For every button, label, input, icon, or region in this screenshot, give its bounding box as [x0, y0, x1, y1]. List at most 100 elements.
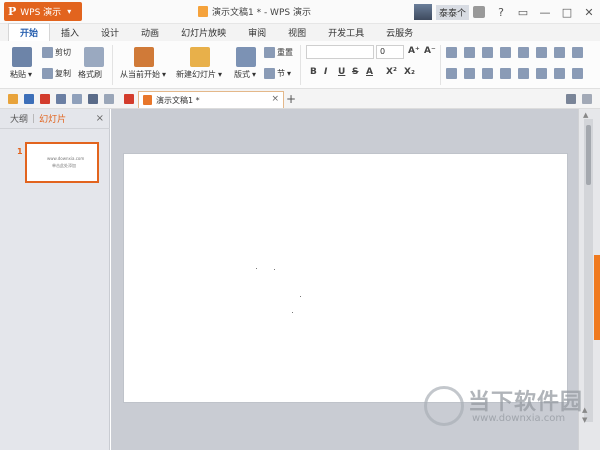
user-area[interactable]: 泰泰个: [414, 2, 486, 22]
panel-header: 大纲 | 幻灯片 ×: [0, 109, 110, 129]
tab-outline[interactable]: 大纲: [10, 112, 28, 125]
close-tab-button[interactable]: ×: [271, 94, 279, 104]
close-button[interactable]: ✕: [582, 6, 596, 19]
tab-view[interactable]: 视图: [277, 24, 317, 41]
more-options-icon[interactable]: [572, 68, 583, 79]
reset-button[interactable]: 重置: [264, 47, 293, 58]
layout-label: 版式: [234, 70, 250, 79]
new-slide-label: 新建幻灯片: [176, 70, 216, 79]
scroll-track[interactable]: [584, 119, 593, 422]
font-size-select[interactable]: 0: [376, 45, 404, 59]
tab-cloud[interactable]: 云服务: [375, 24, 424, 41]
wps-logo-icon: P: [8, 5, 17, 18]
help-button[interactable]: ?: [494, 6, 508, 19]
scissors-icon: [42, 47, 53, 58]
tab-slides[interactable]: 幻灯片: [39, 112, 66, 125]
reset-label: 重置: [277, 48, 293, 57]
pdf-export-icon[interactable]: [40, 94, 50, 104]
maximize-button[interactable]: □: [560, 6, 574, 19]
brush-icon[interactable]: [84, 47, 104, 67]
print-icon[interactable]: [56, 94, 66, 104]
paste-icon[interactable]: [12, 47, 32, 67]
grow-font-button[interactable]: A⁺: [408, 46, 420, 56]
text-spacing-icon[interactable]: [554, 68, 565, 79]
cut-label: 剪切: [55, 48, 71, 57]
slide-thumbnail[interactable]: www.downxia.com 单击此处添加: [25, 142, 99, 183]
paste-button[interactable]: 粘贴 ▾: [10, 69, 32, 80]
subscript-button[interactable]: X₂: [404, 67, 415, 77]
tab-home[interactable]: 开始: [8, 23, 51, 41]
avatar[interactable]: [414, 4, 432, 20]
increase-indent-icon[interactable]: [500, 47, 511, 58]
shrink-font-button[interactable]: A⁻: [424, 46, 436, 56]
restore-layout-button[interactable]: ▭: [516, 6, 530, 19]
slide-canvas[interactable]: [123, 153, 568, 403]
document-tab[interactable]: 演示文稿1 * ×: [138, 91, 284, 108]
presentation-icon: [198, 6, 208, 17]
align-left-icon[interactable]: [446, 68, 457, 79]
layout-button[interactable]: 版式 ▾: [234, 69, 256, 80]
tools-icon[interactable]: [566, 94, 576, 104]
font-color-button[interactable]: A: [366, 67, 373, 77]
chevron-down-icon: ▾: [162, 70, 167, 79]
save-icon[interactable]: [24, 94, 34, 104]
slide-number: 1: [17, 147, 23, 156]
layout-icon[interactable]: [236, 47, 256, 67]
tab-design[interactable]: 设计: [90, 24, 130, 41]
from-current-button[interactable]: 从当前开始 ▾: [120, 69, 166, 80]
collapse-ribbon-icon[interactable]: [582, 94, 592, 104]
chevron-down-icon: ▾: [252, 70, 257, 79]
close-panel-button[interactable]: ×: [96, 113, 104, 124]
redo-icon[interactable]: [104, 94, 114, 104]
thumbnail-text-line2: 单击此处添加: [52, 163, 76, 168]
bold-button[interactable]: B: [310, 67, 317, 77]
decrease-indent-icon[interactable]: [482, 47, 493, 58]
home-icon[interactable]: [473, 6, 486, 18]
superscript-button[interactable]: X²: [386, 67, 397, 77]
distribute-icon[interactable]: [518, 68, 529, 79]
vertical-align-icon[interactable]: [536, 68, 547, 79]
format-painter-button[interactable]: 格式刷: [78, 69, 102, 80]
slideshow-icon[interactable]: [134, 47, 154, 67]
numbered-list-icon[interactable]: [464, 47, 475, 58]
divider: [440, 45, 441, 85]
scroll-thumb[interactable]: [586, 125, 591, 185]
underline-button[interactable]: U: [338, 67, 345, 77]
canvas-mark: [300, 296, 301, 297]
chevron-down-icon: ▾: [28, 70, 33, 79]
side-panel-handle[interactable]: [594, 255, 600, 340]
username-label[interactable]: 泰泰个: [436, 4, 470, 20]
font-name-select[interactable]: [306, 45, 374, 59]
text-box-icon[interactable]: [572, 47, 583, 58]
undo-icon[interactable]: [88, 94, 98, 104]
line-spacing-icon[interactable]: [518, 47, 529, 58]
columns-icon[interactable]: [536, 47, 547, 58]
scroll-up-icon[interactable]: ▲: [583, 111, 588, 119]
new-slide-icon[interactable]: [190, 47, 210, 67]
new-tab-button[interactable]: +: [286, 92, 296, 106]
tab-review[interactable]: 审阅: [237, 24, 277, 41]
text-direction-icon[interactable]: [554, 47, 565, 58]
justify-icon[interactable]: [500, 68, 511, 79]
copy-icon: [42, 68, 53, 79]
thumbnail-text-line1: www.downxia.com: [47, 156, 85, 161]
canvas-mark: [274, 269, 275, 270]
align-center-icon[interactable]: [464, 68, 475, 79]
section-button[interactable]: 节 ▾: [264, 68, 291, 79]
tab-animation[interactable]: 动画: [130, 24, 170, 41]
pin-icon[interactable]: [124, 94, 134, 104]
bullet-list-icon[interactable]: [446, 47, 457, 58]
tab-developer[interactable]: 开发工具: [317, 24, 375, 41]
app-menu-button[interactable]: P WPS 演示 ▾: [4, 2, 82, 21]
new-slide-button[interactable]: 新建幻灯片 ▾: [176, 69, 222, 80]
align-right-icon[interactable]: [482, 68, 493, 79]
tab-slideshow[interactable]: 幻灯片放映: [170, 24, 237, 41]
tab-insert[interactable]: 插入: [50, 24, 90, 41]
minimize-button[interactable]: —: [538, 6, 552, 19]
open-folder-icon[interactable]: [8, 94, 18, 104]
print-preview-icon[interactable]: [72, 94, 82, 104]
italic-button[interactable]: I: [324, 67, 327, 77]
copy-button[interactable]: 复制: [42, 68, 71, 79]
strikethrough-button[interactable]: S: [352, 67, 358, 77]
cut-button[interactable]: 剪切: [42, 47, 71, 58]
